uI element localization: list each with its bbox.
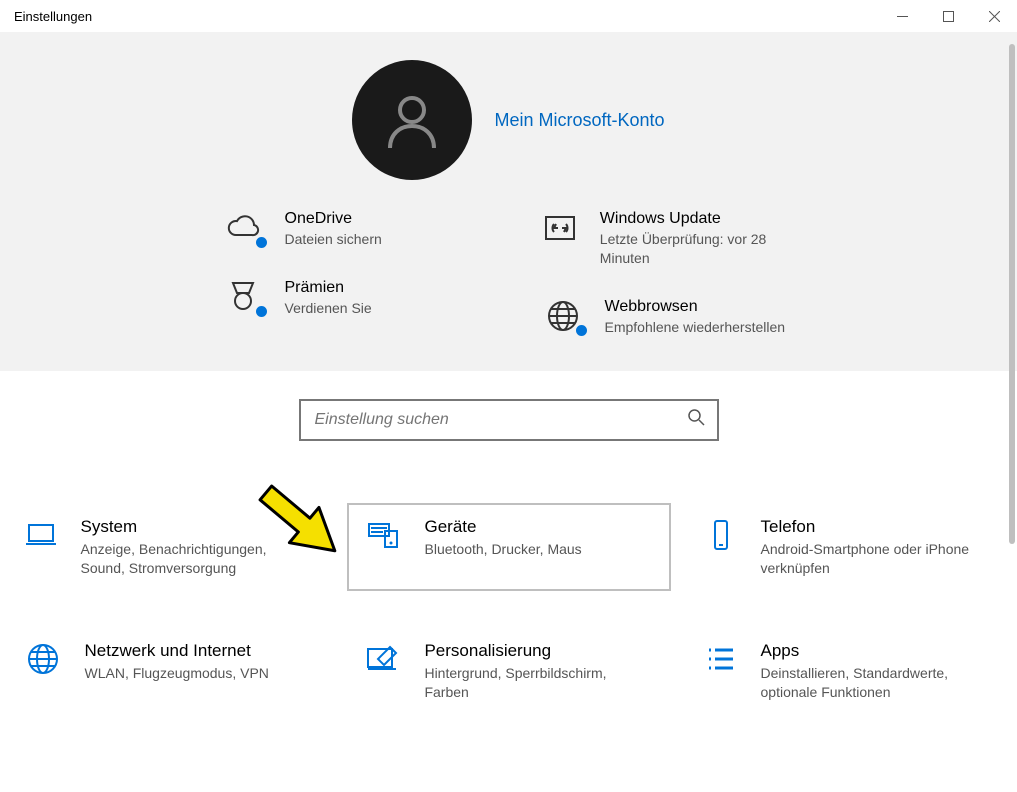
category-title: Apps <box>761 641 995 661</box>
maximize-icon <box>943 11 954 22</box>
tile-title: Webbrowsen <box>605 298 786 316</box>
phone-icon <box>703 517 739 553</box>
maximize-button[interactable] <box>925 0 971 32</box>
microsoft-account-link[interactable]: Mein Microsoft-Konto <box>494 110 664 131</box>
category-sub: Bluetooth, Drucker, Maus <box>425 540 582 559</box>
account-panel: Mein Microsoft-Konto OneDrive Dateien si… <box>0 32 1017 371</box>
status-dot-icon <box>574 323 589 338</box>
tile-title: Windows Update <box>600 210 799 228</box>
windows-update-tile[interactable]: Windows Update Letzte Überprüfung: vor 2… <box>539 210 799 268</box>
sync-icon <box>542 210 578 246</box>
tile-title: OneDrive <box>285 210 382 228</box>
category-title: Telefon <box>761 517 995 537</box>
status-dot-icon <box>254 235 269 250</box>
category-sub: Android-Smartphone oder iPhone verknüpfe… <box>761 540 995 578</box>
search-icon <box>687 408 705 431</box>
category-grid: System Anzeige, Benachrichtigungen, Soun… <box>0 505 1017 715</box>
web-browsing-tile[interactable]: Webbrowsen Empfohlene wiederherstellen <box>539 298 799 337</box>
rewards-tile[interactable]: Prämien Verdienen Sie <box>219 279 479 318</box>
onedrive-tile[interactable]: OneDrive Dateien sichern <box>219 210 479 249</box>
window-title: Einstellungen <box>14 9 92 24</box>
category-sub: WLAN, Flugzeugmodus, VPN <box>85 664 269 683</box>
category-phone[interactable]: Telefon Android-Smartphone oder iPhone v… <box>689 505 1009 590</box>
search-input[interactable] <box>313 410 687 430</box>
close-icon <box>989 11 1000 22</box>
arrow-icon <box>240 474 390 584</box>
category-title: Netzwerk und Internet <box>85 641 269 661</box>
paint-icon <box>364 641 400 677</box>
settings-window: Einstellungen Mein Microsoft-Konto <box>0 0 1017 792</box>
minimize-icon <box>897 11 908 22</box>
tile-sub: Verdienen Sie <box>285 299 372 318</box>
status-dot-icon <box>254 304 269 319</box>
person-icon <box>380 88 444 152</box>
tile-sub: Empfohlene wiederherstellen <box>605 318 786 337</box>
category-personalization[interactable]: Personalisierung Hintergrund, Sperrbilds… <box>349 629 669 714</box>
avatar[interactable] <box>352 60 472 180</box>
window-controls <box>879 0 1017 32</box>
annotation-arrow <box>240 474 390 589</box>
category-sub: Hintergrund, Sperrbildschirm, Farben <box>424 664 654 702</box>
category-sub: Deinstallieren, Standardwerte, optionale… <box>761 664 995 702</box>
category-title: Personalisierung <box>424 641 654 661</box>
tile-sub: Letzte Überprüfung: vor 28 Minuten <box>600 230 799 268</box>
titlebar: Einstellungen <box>0 0 1017 32</box>
category-network[interactable]: Netzwerk und Internet WLAN, Flugzeugmodu… <box>9 629 329 714</box>
category-title: Geräte <box>425 517 582 537</box>
search-box[interactable] <box>299 399 719 441</box>
laptop-icon <box>23 517 59 553</box>
close-button[interactable] <box>971 0 1017 32</box>
scrollbar[interactable] <box>1009 44 1015 544</box>
category-apps[interactable]: Apps Deinstallieren, Standardwerte, opti… <box>689 629 1009 714</box>
globe-icon <box>25 641 61 677</box>
minimize-button[interactable] <box>879 0 925 32</box>
tile-title: Prämien <box>285 279 372 297</box>
tile-sub: Dateien sichern <box>285 230 382 249</box>
list-icon <box>703 641 739 677</box>
category-devices[interactable]: Geräte Bluetooth, Drucker, Maus <box>349 505 669 590</box>
